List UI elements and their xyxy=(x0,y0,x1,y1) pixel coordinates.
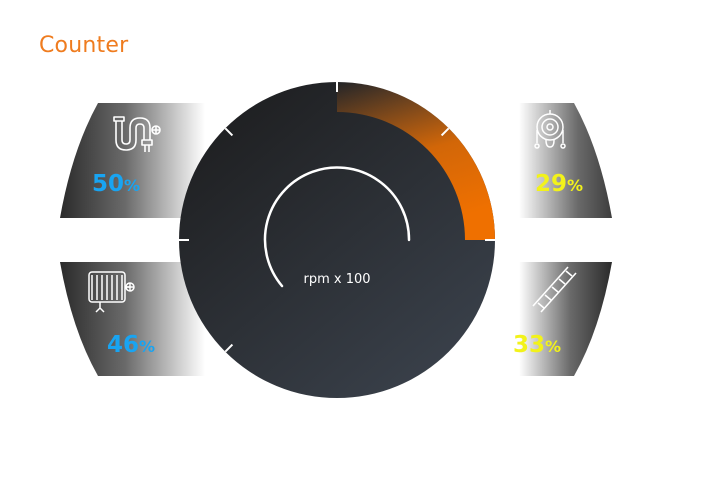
gauge-graphic xyxy=(60,82,626,398)
panel-top-right xyxy=(519,103,626,218)
panel-bottom-left xyxy=(60,262,205,376)
pipe-unit: % xyxy=(124,176,141,195)
pulley-value: 29 xyxy=(535,171,568,197)
ladder-unit: % xyxy=(545,337,562,356)
pipe-percentage: 50% xyxy=(92,173,140,196)
ladder-percentage: 33% xyxy=(513,334,561,357)
radiator-unit: % xyxy=(139,337,156,356)
panel-bottom-right xyxy=(519,262,612,376)
gauge-unit-label: rpm x 100 xyxy=(303,272,371,287)
pulley-percentage: 29% xyxy=(535,173,583,196)
radiator-percentage: 46% xyxy=(107,334,155,357)
ladder-value: 33 xyxy=(513,332,546,358)
radiator-value: 46 xyxy=(107,332,140,358)
pipe-value: 50 xyxy=(92,171,125,197)
pulley-unit: % xyxy=(567,176,584,195)
counter-dashboard: 50% 46% 29% 33% rpm x 100 xyxy=(0,0,724,480)
